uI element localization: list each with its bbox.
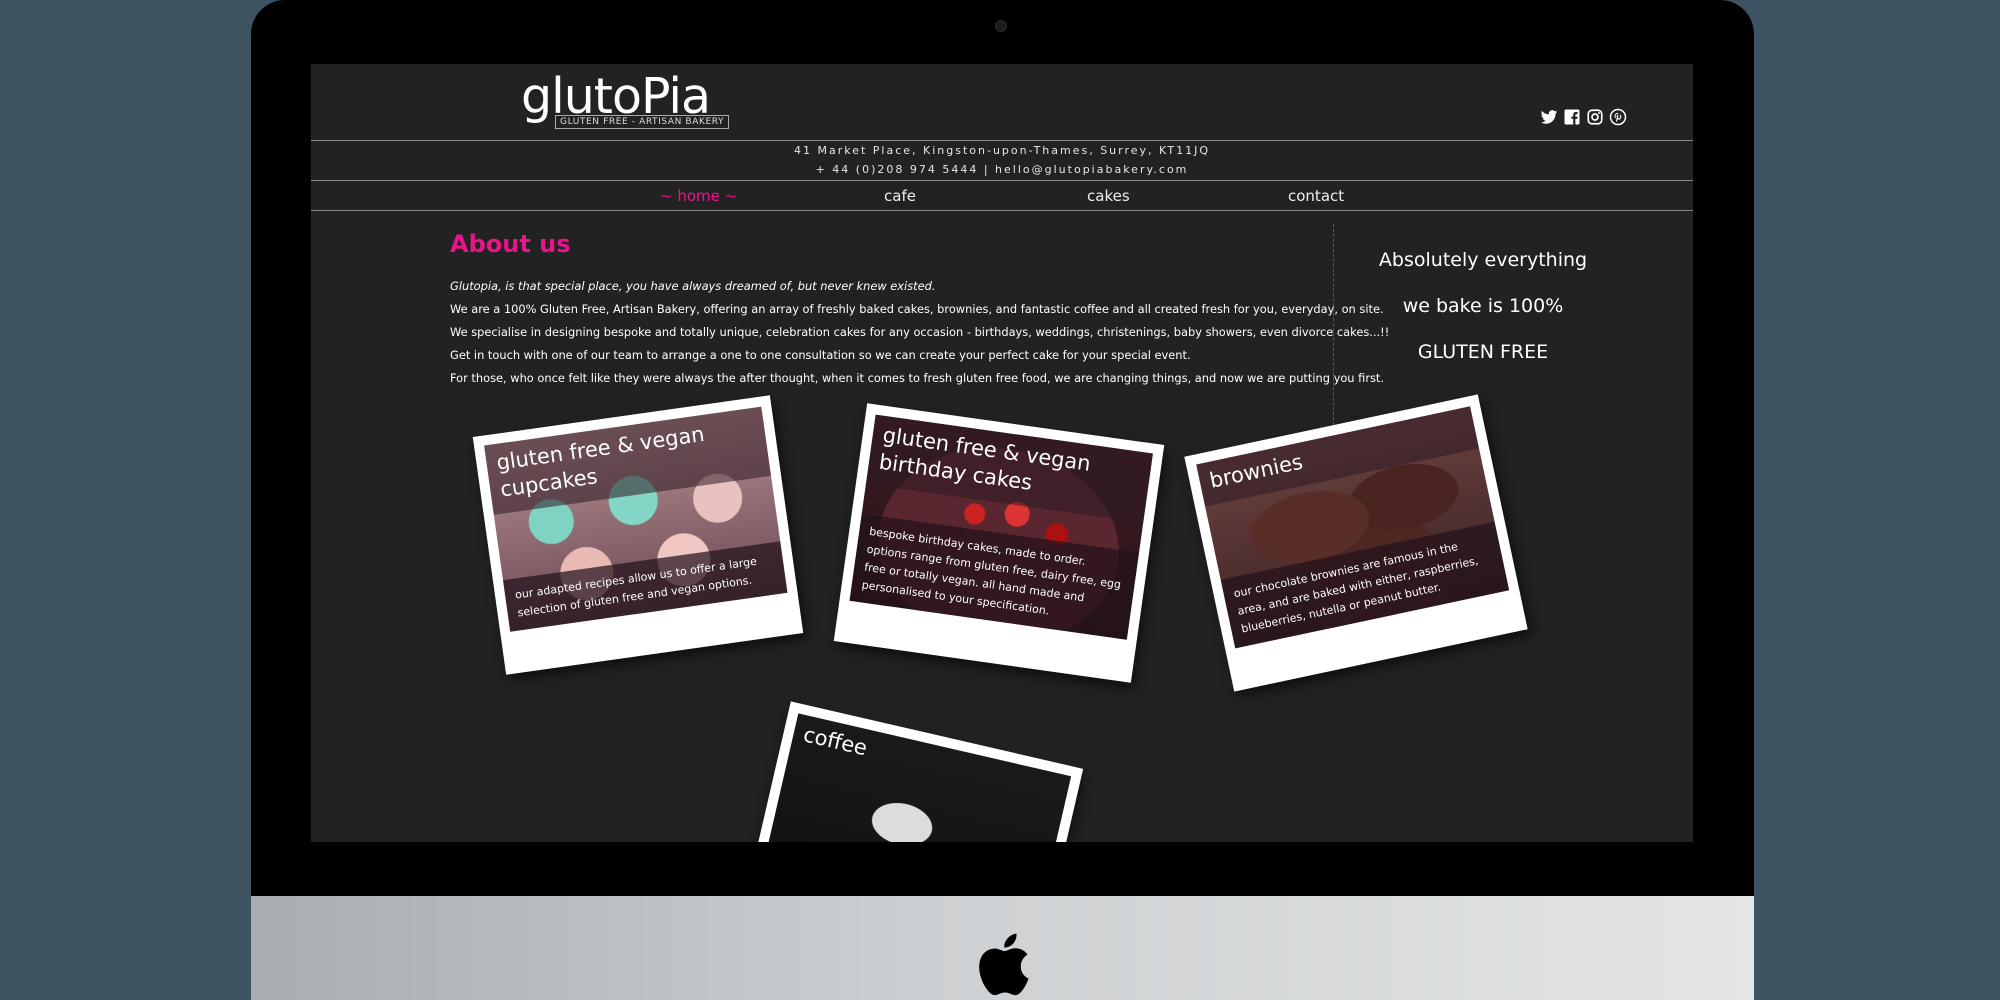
cupcakes-photo: gluten free & vegan cupcakes our adapted… [484,406,788,632]
pinterest-icon[interactable] [1609,108,1627,126]
about-paragraph: For those, who once felt like they were … [450,371,1385,385]
camera-icon [995,20,1007,32]
twitter-icon[interactable] [1540,108,1558,126]
header-rule-top [311,140,1693,141]
nav-home[interactable]: ~ home ~ [660,187,737,205]
tagline-line: GLUTEN FREE [1417,341,1549,363]
card-description: bespoke birthday cakes, made to order. o… [849,513,1140,640]
card-title: gluten free & vegan birthday cakes [865,414,1153,523]
website-screen: glutoPia GLUTEN FREE - ARTISAN BAKERY 41… [311,64,1693,842]
nav-cafe[interactable]: cafe [884,187,916,205]
tagline-line: Absolutely everything [1378,249,1588,271]
card-coffee[interactable]: coffee [736,701,1084,842]
address-line: 41 Market Place, Kingston-upon-Thames, S… [793,144,1211,157]
card-birthday-cakes[interactable]: gluten free & vegan birthday cakes bespo… [833,403,1165,683]
tagline-line: we bake is 100% [1402,295,1564,317]
nav-contact[interactable]: contact [1288,187,1344,205]
about-intro: Glutopia, is that special place, you hav… [450,279,936,293]
site-logo[interactable]: glutoPia GLUTEN FREE - ARTISAN BAKERY [521,66,730,129]
header-rule-middle [311,180,1693,181]
column-divider [1333,224,1334,450]
gluten-free-tagline: Absolutely everything we bake is 100% GL… [1373,237,1593,375]
card-brownies[interactable]: brownies our chocolate brownies are famo… [1184,394,1528,692]
header-rule-bottom [311,210,1693,211]
card-description: our chocolate brownies are famous in the… [1220,521,1510,649]
about-text: Glutopia, is that special place, you hav… [450,275,1390,390]
card-title: brownies [1196,406,1480,507]
card-cupcakes[interactable]: gluten free & vegan cupcakes our adapted… [472,395,804,675]
coffee-photo: coffee [756,713,1072,842]
about-title: About us [450,230,571,258]
monitor-chin [251,896,1754,1000]
about-paragraph: We specialise in designing bespoke and t… [450,325,1390,339]
facebook-icon[interactable] [1563,108,1581,126]
about-paragraph: Get in touch with one of our team to arr… [450,348,1191,362]
apple-logo-icon [979,933,1029,996]
card-title: gluten free & vegan cupcakes [484,406,772,515]
instagram-icon[interactable] [1586,108,1604,126]
card-title: coffee [801,722,870,761]
phone-email-line[interactable]: + 44 (0)208 974 5444 | hello@glutopiabak… [311,163,1693,176]
nav-cakes[interactable]: cakes [1087,187,1130,205]
brownies-photo: brownies our chocolate brownies are famo… [1196,406,1510,649]
about-paragraph: We are a 100% Gluten Free, Artisan Baker… [450,302,1384,316]
logo-tagline: GLUTEN FREE - ARTISAN BAKERY [555,115,730,129]
birthday-cake-photo: gluten free & vegan birthday cakes bespo… [849,414,1153,640]
card-description: our adapted recipes allow us to offer a … [502,541,788,632]
social-links [1540,108,1627,126]
main-nav: ~ home ~ cafe cakes contact [311,187,1693,207]
